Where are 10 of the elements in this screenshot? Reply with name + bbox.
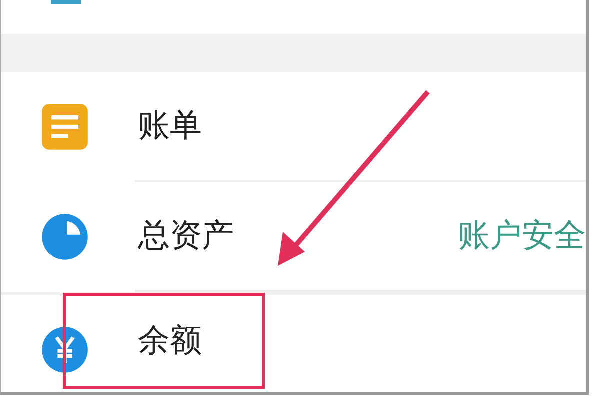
menu-label: 总资产: [138, 215, 234, 256]
tab-indicator: [51, 0, 81, 4]
yen-icon: [39, 324, 91, 376]
document-icon: [39, 101, 91, 153]
menu-label: 余额: [138, 320, 202, 361]
status-text: 账户安全: [458, 215, 586, 256]
menu-label: 账单: [138, 105, 202, 146]
pie-chart-icon: [39, 211, 91, 263]
menu-item[interactable]: 账单: [1, 72, 586, 182]
menu-item[interactable]: 余额: [1, 292, 586, 392]
